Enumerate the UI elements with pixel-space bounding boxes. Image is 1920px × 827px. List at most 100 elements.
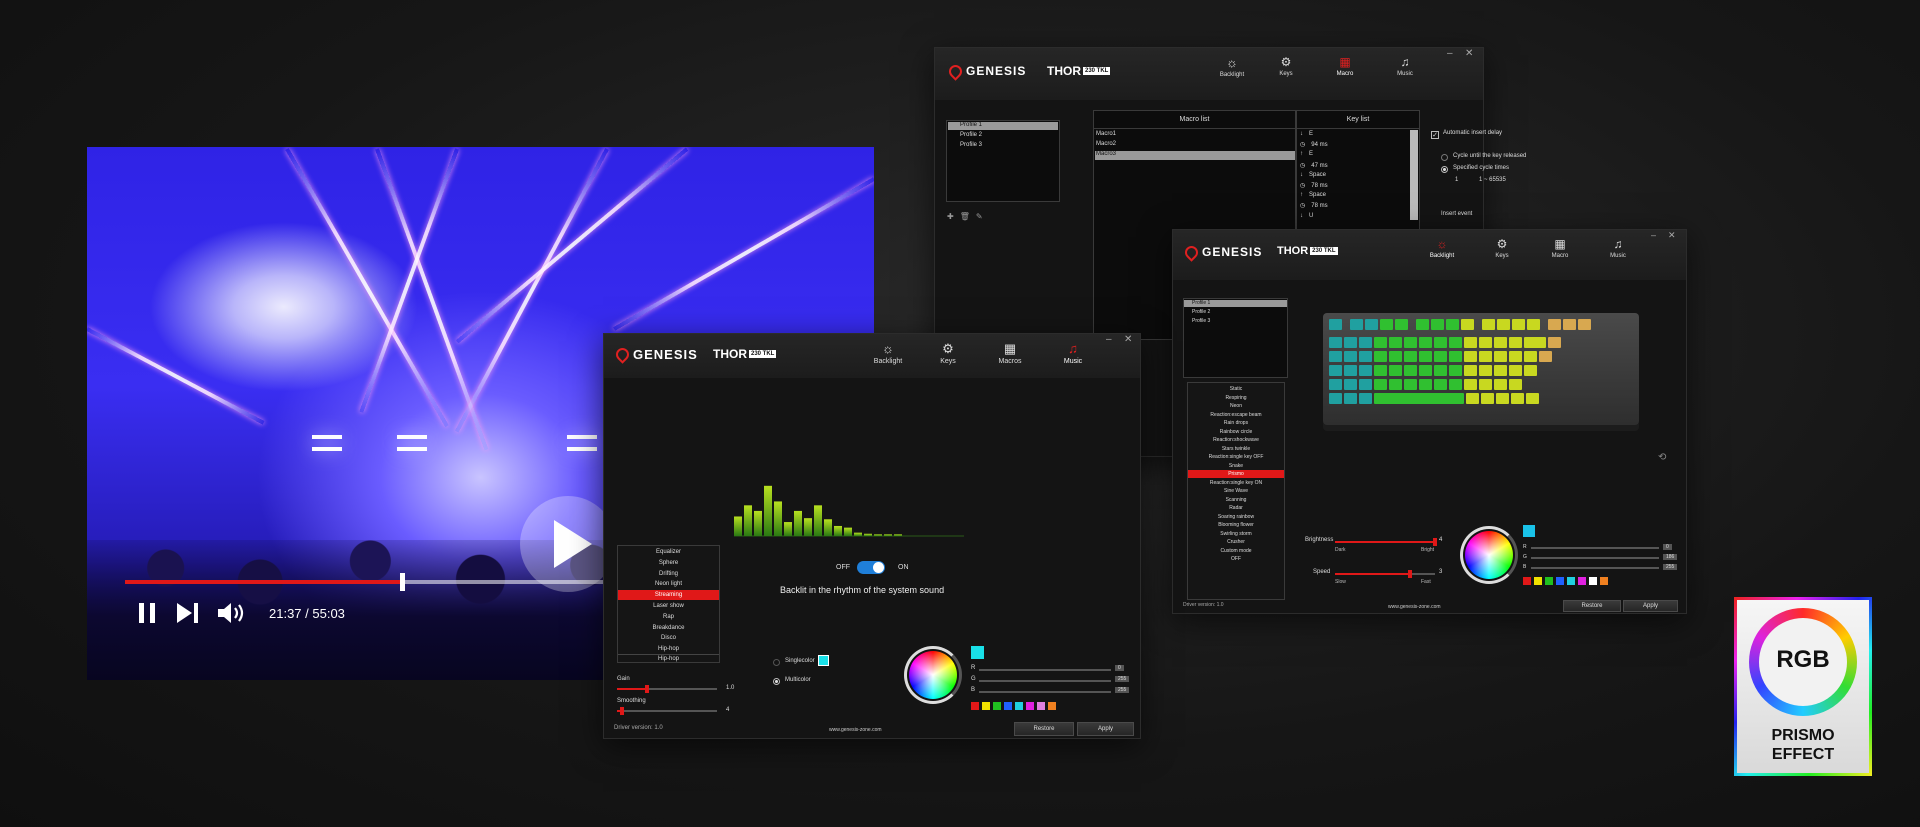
key-list-item[interactable]: ↑ E [1300,151,1313,157]
profile-item[interactable]: Profile 1 [1184,300,1287,307]
music-mode-item[interactable]: Disco [618,633,719,643]
key-list-item[interactable]: ↓ E [1300,131,1313,137]
effect-item[interactable]: Custom mode [1188,547,1284,555]
music-mode-item[interactable]: Streaming [618,590,719,601]
r-value[interactable]: 0 [1115,665,1124,671]
speed-slider[interactable] [1335,570,1435,578]
color-wheel[interactable] [1465,531,1513,579]
tab-macros[interactable]: ▦ Macros [993,342,1027,365]
music-mode-item[interactable]: Hip-hop [618,644,719,654]
restore-button[interactable]: Restore [1563,600,1621,612]
key-list-item[interactable]: ◷ 78 ms [1300,182,1328,189]
palette-swatch[interactable] [1589,577,1597,585]
key-list-item[interactable]: ↓ U [1300,213,1313,219]
delete-icon[interactable]: 🗑 [960,212,970,221]
cycle-input[interactable]: 1 [1455,177,1458,183]
profile-item[interactable]: Profile 2 [948,132,982,138]
multicolor-radio[interactable] [773,678,780,685]
website-link[interactable]: www.genesis-zone.com [829,727,882,733]
profile-item[interactable]: Profile 3 [1184,318,1210,324]
auto-delay-checkbox[interactable]: ✓ [1431,131,1439,139]
close-button[interactable]: ✕ [1668,230,1676,241]
specified-cycles-radio[interactable] [1441,166,1448,173]
effect-item[interactable]: Soaring rainbow [1188,513,1284,521]
r-slider[interactable] [1531,547,1659,549]
minimize-button[interactable]: – [1447,48,1453,59]
effect-item[interactable]: Snake [1188,462,1284,470]
tab-macro[interactable]: ▦ Macro [1543,238,1577,259]
tab-music[interactable]: ♫ Music [1603,238,1633,259]
apply-button[interactable]: Apply [1077,722,1134,736]
music-mode-item[interactable]: Drifting [618,569,719,579]
macro-item[interactable]: Macro1 [1096,131,1116,137]
g-slider[interactable] [979,680,1111,682]
tab-music[interactable]: ♫ Music [1390,56,1420,77]
music-mode-dropdown[interactable]: Hip-hop [618,654,719,663]
effect-item[interactable]: Reaction:single key ON [1188,479,1284,487]
g-slider[interactable] [1531,557,1659,559]
effect-item[interactable]: Prismo [1188,470,1284,478]
tab-backlight[interactable]: ☼ Backlight [1427,238,1457,259]
key-list-item[interactable]: ↑ Space [1300,192,1326,198]
b-slider[interactable] [1531,567,1659,569]
palette-swatch[interactable] [1015,702,1023,710]
effect-item[interactable]: Reaction:escape beam [1188,411,1284,419]
close-button[interactable]: ✕ [1124,334,1132,345]
rhythm-toggle[interactable] [857,561,885,574]
music-mode-item[interactable]: Neon light [618,579,719,589]
palette-swatch[interactable] [982,702,990,710]
effect-item[interactable]: Scanning [1188,496,1284,504]
effect-item[interactable]: Respiring [1188,394,1284,402]
play-button[interactable] [520,496,616,592]
r-value[interactable]: 0 [1663,544,1672,550]
tab-music[interactable]: ♫ Music [1058,342,1088,365]
singlecolor-swatch[interactable] [818,655,829,666]
g-value[interactable]: 255 [1115,676,1130,682]
close-button[interactable]: ✕ [1465,48,1473,59]
music-mode-item[interactable]: Equalizer [618,547,719,557]
effect-item[interactable]: Sine Wave [1188,487,1284,495]
palette-swatch[interactable] [1534,577,1542,585]
profile-item[interactable]: Profile 2 [1184,309,1210,315]
edit-icon[interactable]: ✎ [976,212,983,221]
palette-swatch[interactable] [1600,577,1608,585]
key-list-item[interactable]: ↓ Space [1300,172,1326,178]
music-mode-item[interactable]: Sphere [618,558,719,568]
music-mode-item[interactable]: Rap [618,612,719,622]
palette-swatch[interactable] [1026,702,1034,710]
music-mode-item[interactable]: Breakdance [618,623,719,633]
g-value[interactable]: 186 [1663,554,1678,560]
tab-keys[interactable]: ⚙ Keys [1271,56,1301,77]
music-mode-item[interactable]: Laser show [618,601,719,611]
add-icon[interactable]: ✚ [947,212,954,221]
effect-item[interactable]: Radar [1188,504,1284,512]
minimize-button[interactable]: – [1651,230,1656,240]
cycle-release-radio[interactable] [1441,154,1448,161]
tab-backlight[interactable]: ☼ Backlight [870,342,906,365]
effect-item[interactable]: Reaction:shockwave [1188,436,1284,444]
palette-swatch[interactable] [1556,577,1564,585]
website-link[interactable]: www.genesis-zone.com [1388,604,1441,610]
palette-swatch[interactable] [1567,577,1575,585]
effect-item[interactable]: Swirling storm [1188,530,1284,538]
singlecolor-radio[interactable] [773,659,780,666]
effect-item[interactable]: Crusher [1188,538,1284,546]
palette-swatch[interactable] [1523,577,1531,585]
apply-button[interactable]: Apply [1623,600,1678,612]
profile-item[interactable]: Profile 1 [948,122,1058,130]
effect-item[interactable]: OFF [1188,555,1284,563]
b-slider[interactable] [979,691,1111,693]
effect-item[interactable]: Rain drops [1188,419,1284,427]
color-wheel[interactable] [909,651,957,699]
effect-item[interactable]: Reaction:single key OFF [1188,453,1284,461]
effect-item[interactable]: Static [1188,385,1284,393]
brightness-slider[interactable] [1335,538,1437,546]
minimize-button[interactable]: – [1106,334,1112,345]
tab-macro[interactable]: ▦ Macro [1330,56,1360,77]
seek-bar-thumb[interactable] [400,573,406,591]
key-list-item[interactable]: ◷ 94 ms [1300,141,1328,148]
effect-item[interactable]: Blooming flower [1188,521,1284,529]
gain-slider[interactable] [617,685,717,693]
palette-swatch[interactable] [1545,577,1553,585]
macro-item[interactable]: Macro3 [1095,151,1295,160]
